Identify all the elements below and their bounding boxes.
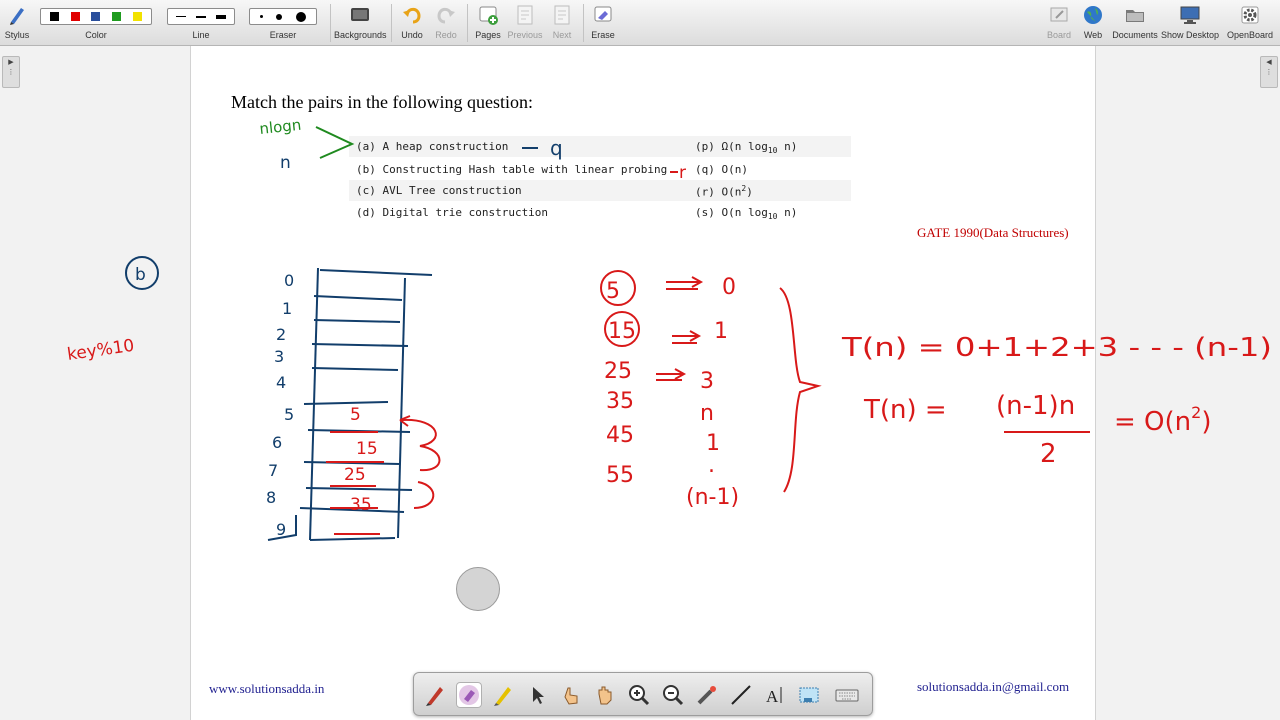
probe-count: . [708,453,715,478]
stored-keys: 5 15 25 35 [344,405,378,515]
capture-icon [799,687,819,703]
laser-pointer-icon [697,686,716,705]
slot-index: 3 [274,347,284,366]
slot-index: 5 [284,405,294,424]
slot-indices: 0 1 2 3 4 5 6 7 8 9 [266,271,294,539]
equation-rhs: = O(n2) [1114,403,1211,437]
zoom-out-icon [663,685,684,706]
highlighter-tool[interactable] [490,682,516,708]
line-tool[interactable] [728,682,754,708]
pen-icon [426,687,443,706]
ink-layer: nlogn n q r b key%10 0 1 2 3 4 5 6 7 8 9… [66,116,1272,541]
pan-tool[interactable] [592,682,618,708]
pen-tool[interactable] [422,682,448,708]
slot-index: 1 [282,299,292,318]
virtual-keyboard-button[interactable] [834,682,860,708]
key-value: 15 [608,319,636,344]
answer-b-mark: r [679,163,686,183]
stylus-palette: A [413,672,873,716]
equation-sum: T(n) = 0+1+2+3 - - - (n-1) [841,333,1272,363]
probe-count: 1 [714,319,728,344]
nlogn-note: nlogn [259,116,303,138]
stored-key: 5 [350,405,361,425]
slot-index: 4 [276,373,286,392]
arrow-cursor-icon [533,687,544,704]
key-value: 25 [604,359,632,384]
select-tool[interactable] [524,682,550,708]
equation-denominator: 2 [1040,439,1057,469]
slot-index: 9 [276,520,286,539]
key-value: 5 [606,279,620,304]
equation-lhs: T(n) = [863,395,947,425]
text-icon: A [766,687,782,706]
key-value: 55 [606,463,634,488]
text-tool[interactable]: A [762,682,788,708]
svg-text:A: A [766,687,779,706]
interact-tool[interactable] [558,682,584,708]
hand-pointer-icon [564,687,578,705]
answer-a-mark: q [550,136,563,160]
slot-index: 0 [284,271,294,290]
keys-column: 5 15 25 35 45 55 [604,279,636,488]
key-value: 35 [606,389,634,414]
stored-key: 25 [344,465,366,485]
probe-counts: 0 1 3 n 1 . (n-1) [686,275,739,510]
zoom-out-tool[interactable] [660,682,686,708]
n-note: n [280,153,291,173]
stored-key: 35 [350,495,372,515]
stored-key: 15 [356,439,378,459]
key-mod-note: key%10 [66,336,136,365]
slot-index: 2 [276,325,286,344]
slot-index: 6 [272,433,282,452]
probe-count: n [700,401,714,426]
brace-mark [315,126,355,159]
capture-tool[interactable] [796,682,822,708]
slot-index: 8 [266,488,276,507]
key-value: 45 [606,423,634,448]
laser-pointer-tool[interactable] [694,682,720,708]
probe-count: 3 [700,369,714,394]
equation-numerator: (n-1)n [996,391,1075,421]
zoom-in-icon [629,685,650,706]
pointer-indicator [456,567,500,611]
highlighter-icon [494,687,511,706]
probe-count: 0 [722,275,736,300]
eraser-tool[interactable] [456,682,482,708]
arrows [656,276,704,381]
line-icon [731,685,751,705]
curly-brace [779,287,822,493]
hand-icon [598,686,612,705]
zoom-in-tool[interactable] [626,682,652,708]
part-label: b [135,265,146,285]
probe-count: (n-1) [686,485,739,510]
eraser-icon [459,685,479,705]
keyboard-icon [835,689,859,702]
slot-index: 7 [268,461,278,480]
